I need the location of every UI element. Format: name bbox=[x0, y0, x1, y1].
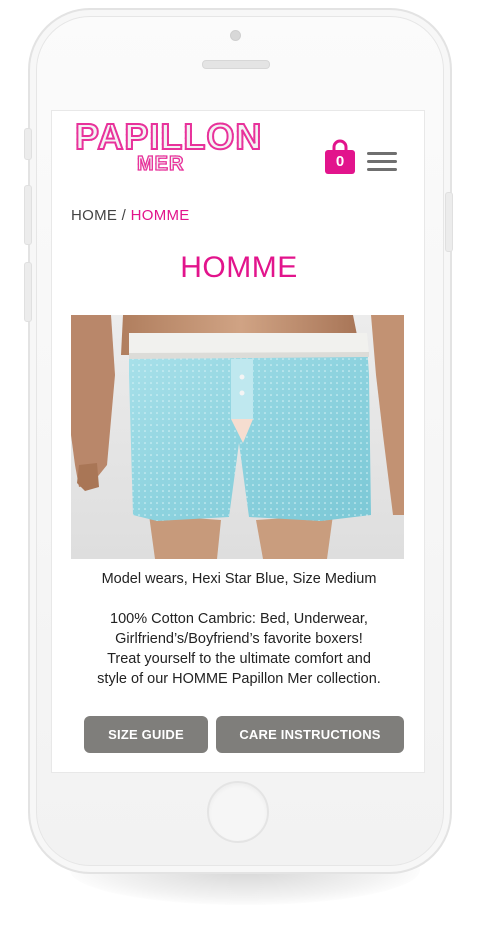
phone-camera bbox=[230, 30, 241, 41]
phone-mute-switch bbox=[24, 128, 32, 160]
product-photo-illustration bbox=[71, 315, 404, 559]
description-line: Girlfriend’s/Boyfriend’s favorite boxers… bbox=[115, 631, 363, 647]
phone-home-button[interactable] bbox=[207, 781, 269, 843]
brand-logo-sub: MER bbox=[136, 152, 185, 175]
menu-bar bbox=[367, 152, 397, 155]
page-title: HOMME bbox=[180, 251, 298, 284]
menu-bar bbox=[367, 160, 397, 163]
product-caption: Model wears, Hexi Star Blue, Size Medium bbox=[101, 571, 377, 587]
phone-volume-up-button bbox=[24, 185, 32, 245]
breadcrumb: HOME / HOMME bbox=[71, 207, 190, 224]
brand-logo[interactable]: PAPILLON MER bbox=[74, 116, 262, 177]
care-instructions-button[interactable]: CARE INSTRUCTIONS bbox=[216, 716, 404, 753]
breadcrumb-current: HOMME bbox=[130, 207, 190, 224]
brand-logo-name: PAPILLON bbox=[74, 116, 263, 158]
description-line: style of our HOMME Papillon Mer collecti… bbox=[97, 671, 381, 687]
menu-bar bbox=[367, 168, 397, 171]
cart-button[interactable]: 0 bbox=[324, 139, 356, 175]
description-line: 100% Cotton Cambric: Bed, Underwear, bbox=[110, 611, 368, 627]
phone-speaker bbox=[202, 60, 270, 69]
breadcrumb-home-link[interactable]: HOME bbox=[71, 207, 117, 224]
breadcrumb-separator: / bbox=[117, 207, 131, 224]
cart-count-badge: 0 bbox=[335, 153, 345, 170]
size-guide-button[interactable]: SIZE GUIDE bbox=[84, 716, 208, 753]
product-description: 100% Cotton Cambric: Bed, Underwear, Gir… bbox=[62, 609, 416, 689]
hamburger-menu-icon[interactable] bbox=[367, 152, 397, 174]
product-image bbox=[71, 315, 404, 559]
description-line: Treat yourself to the ultimate comfort a… bbox=[107, 651, 371, 667]
phone-screen: PAPILLON MER 0 HOME / HOMME HOMME Model … bbox=[51, 110, 425, 773]
phone-power-button bbox=[445, 192, 453, 252]
phone-volume-down-button bbox=[24, 262, 32, 322]
